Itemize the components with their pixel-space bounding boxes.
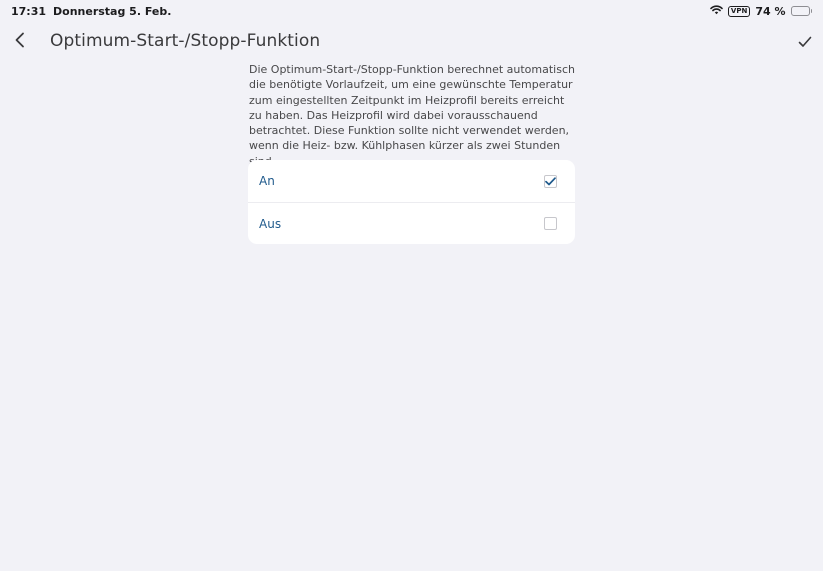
page-title: Optimum-Start-/Stopp-Funktion bbox=[50, 31, 321, 51]
option-row-on[interactable]: An bbox=[248, 160, 575, 202]
checkbox-on[interactable] bbox=[544, 174, 557, 188]
checkmark-icon bbox=[545, 176, 556, 186]
status-date: Donnerstag 5. Feb. bbox=[53, 4, 172, 18]
checkmark-icon bbox=[798, 33, 812, 52]
option-label-off: Aus bbox=[259, 216, 282, 231]
confirm-button[interactable] bbox=[795, 32, 815, 52]
status-right: VPN 74 % bbox=[710, 5, 812, 18]
battery-percent: 74 % bbox=[755, 4, 786, 18]
checkbox-off[interactable] bbox=[544, 217, 557, 230]
chevron-left-icon bbox=[14, 32, 26, 52]
status-bar: 17:31 Donnerstag 5. Feb. VPN 74 % bbox=[0, 0, 823, 22]
option-list: An Aus bbox=[248, 160, 575, 244]
option-row-off[interactable]: Aus bbox=[248, 202, 575, 244]
nav-bar: Optimum-Start-/Stopp-Funktion bbox=[0, 28, 823, 58]
vpn-badge: VPN bbox=[727, 5, 751, 17]
status-time: 17:31 bbox=[11, 4, 47, 18]
battery-icon bbox=[790, 6, 812, 16]
wifi-icon bbox=[710, 4, 723, 18]
back-button[interactable] bbox=[10, 32, 30, 52]
function-description: Die Optimum-Start-/Stopp-Funktion berech… bbox=[249, 63, 575, 168]
option-label-on: An bbox=[259, 174, 275, 188]
status-left: 17:31 Donnerstag 5. Feb. bbox=[11, 5, 171, 18]
